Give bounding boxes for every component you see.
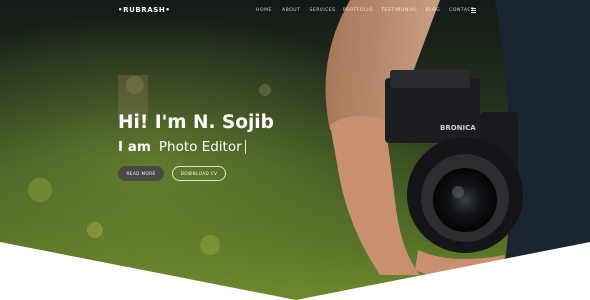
menu-icon[interactable]: [471, 8, 476, 13]
nav-item-services[interactable]: SERVICES: [309, 8, 335, 13]
nav-item-home[interactable]: HOME: [256, 8, 272, 13]
nav-item-portfolio[interactable]: PORTFOLIO: [343, 8, 373, 13]
typing-cursor: [244, 140, 246, 154]
typed-prefix: I am: [118, 139, 151, 155]
read-more-button[interactable]: READ MORE: [118, 166, 164, 181]
nav-item-testimonial[interactable]: TESTIMONIAL: [381, 8, 417, 13]
download-cv-button[interactable]: DOWNLOAD CV: [172, 166, 226, 181]
hero-section: BRONICA •RUBRASH• HOME ABOUT SERVICES PO…: [0, 0, 590, 300]
brand-logo[interactable]: •RUBRASH•: [118, 6, 170, 14]
typed-tagline: I am Photo Editor: [118, 139, 246, 155]
nav-item-about[interactable]: ABOUT: [282, 8, 301, 13]
hero-background-image: BRONICA: [0, 0, 590, 300]
hero-headline: Hi! I'm N. Sojib: [118, 112, 274, 133]
nav-item-blog[interactable]: BLOG: [425, 8, 440, 13]
svg-text:BRONICA: BRONICA: [440, 124, 476, 132]
typed-role: Photo Editor: [158, 139, 242, 155]
main-navigation: HOME ABOUT SERVICES PORTFOLIO TESTIMONIA…: [256, 8, 474, 13]
